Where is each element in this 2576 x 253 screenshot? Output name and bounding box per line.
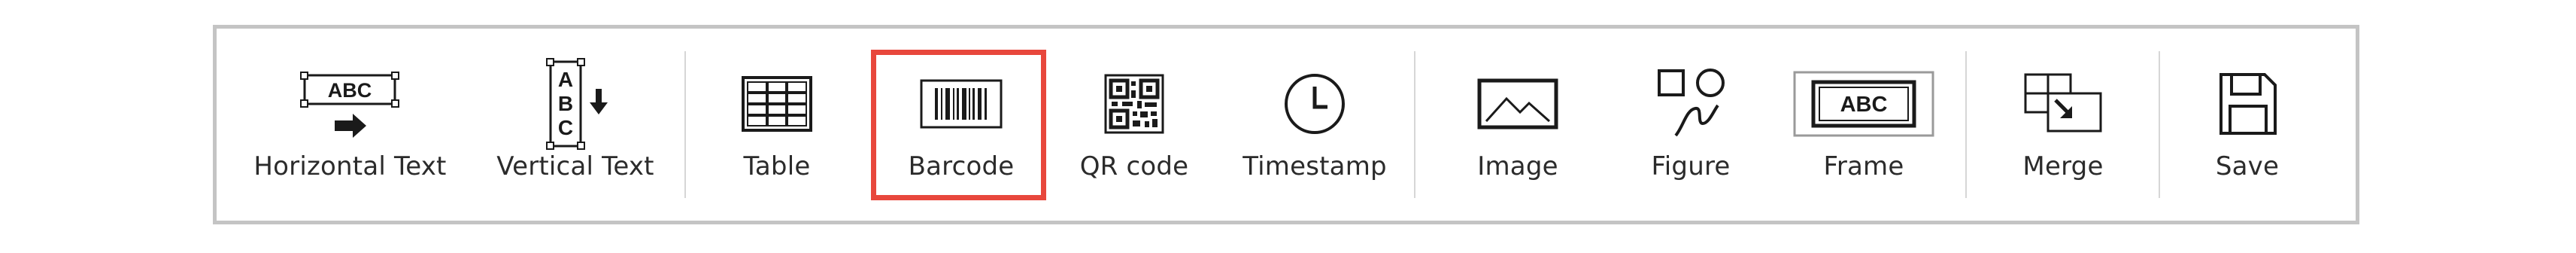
image-label: Image <box>1477 151 1558 181</box>
vertical-text-icon-letter-a: A <box>558 68 573 91</box>
vertical-text-icon-letter-c: C <box>558 116 573 139</box>
vertical-text-label: Vertical Text <box>496 151 654 181</box>
table-label: Table <box>743 151 811 181</box>
image-icon <box>1476 66 1559 142</box>
figure-icon <box>1653 66 1728 142</box>
timestamp-label: Timestamp <box>1242 151 1387 181</box>
horizontal-text-button[interactable]: ABC Horizontal Text <box>247 29 454 221</box>
toolbar: ABC Horizontal Text A B C Vertical Text <box>213 25 2359 224</box>
separator <box>2159 51 2160 198</box>
figure-label: Figure <box>1651 151 1731 181</box>
vertical-text-icon-letter-b: B <box>558 92 573 115</box>
save-button[interactable]: Save <box>2187 29 2307 221</box>
timestamp-button[interactable]: Timestamp <box>1239 29 1390 221</box>
qr-code-label: QR code <box>1079 151 1189 181</box>
merge-button[interactable]: Merge <box>1995 29 2131 221</box>
qr-code-icon <box>1100 66 1168 142</box>
horizontal-text-icon: ABC <box>297 66 402 142</box>
frame-label: Frame <box>1823 151 1904 181</box>
horizontal-text-icon-label: ABC <box>328 79 372 102</box>
qr-code-button[interactable]: QR code <box>1067 29 1202 221</box>
save-label: Save <box>2215 151 2280 181</box>
frame-icon-label: ABC <box>1840 93 1888 117</box>
frame-button[interactable]: ABC Frame <box>1789 29 1939 221</box>
vertical-text-icon: A B C <box>534 58 617 150</box>
separator <box>1965 51 1967 198</box>
barcode-label: Barcode <box>908 151 1015 181</box>
separator <box>1414 51 1415 198</box>
separator <box>684 51 686 198</box>
frame-icon: ABC <box>1792 66 1935 142</box>
barcode-button[interactable]: Barcode <box>878 29 1044 221</box>
figure-button[interactable]: Figure <box>1623 29 1758 221</box>
merge-icon <box>2018 66 2108 142</box>
vertical-text-button[interactable]: A B C Vertical Text <box>489 29 662 221</box>
horizontal-text-label: Horizontal Text <box>253 151 447 181</box>
table-button[interactable]: Table <box>713 29 841 221</box>
clock-icon <box>1281 66 1349 142</box>
table-icon <box>736 66 818 142</box>
save-icon <box>2213 66 2281 142</box>
image-button[interactable]: Image <box>1450 29 1585 221</box>
barcode-icon <box>918 66 1004 142</box>
merge-label: Merge <box>2022 151 2104 181</box>
